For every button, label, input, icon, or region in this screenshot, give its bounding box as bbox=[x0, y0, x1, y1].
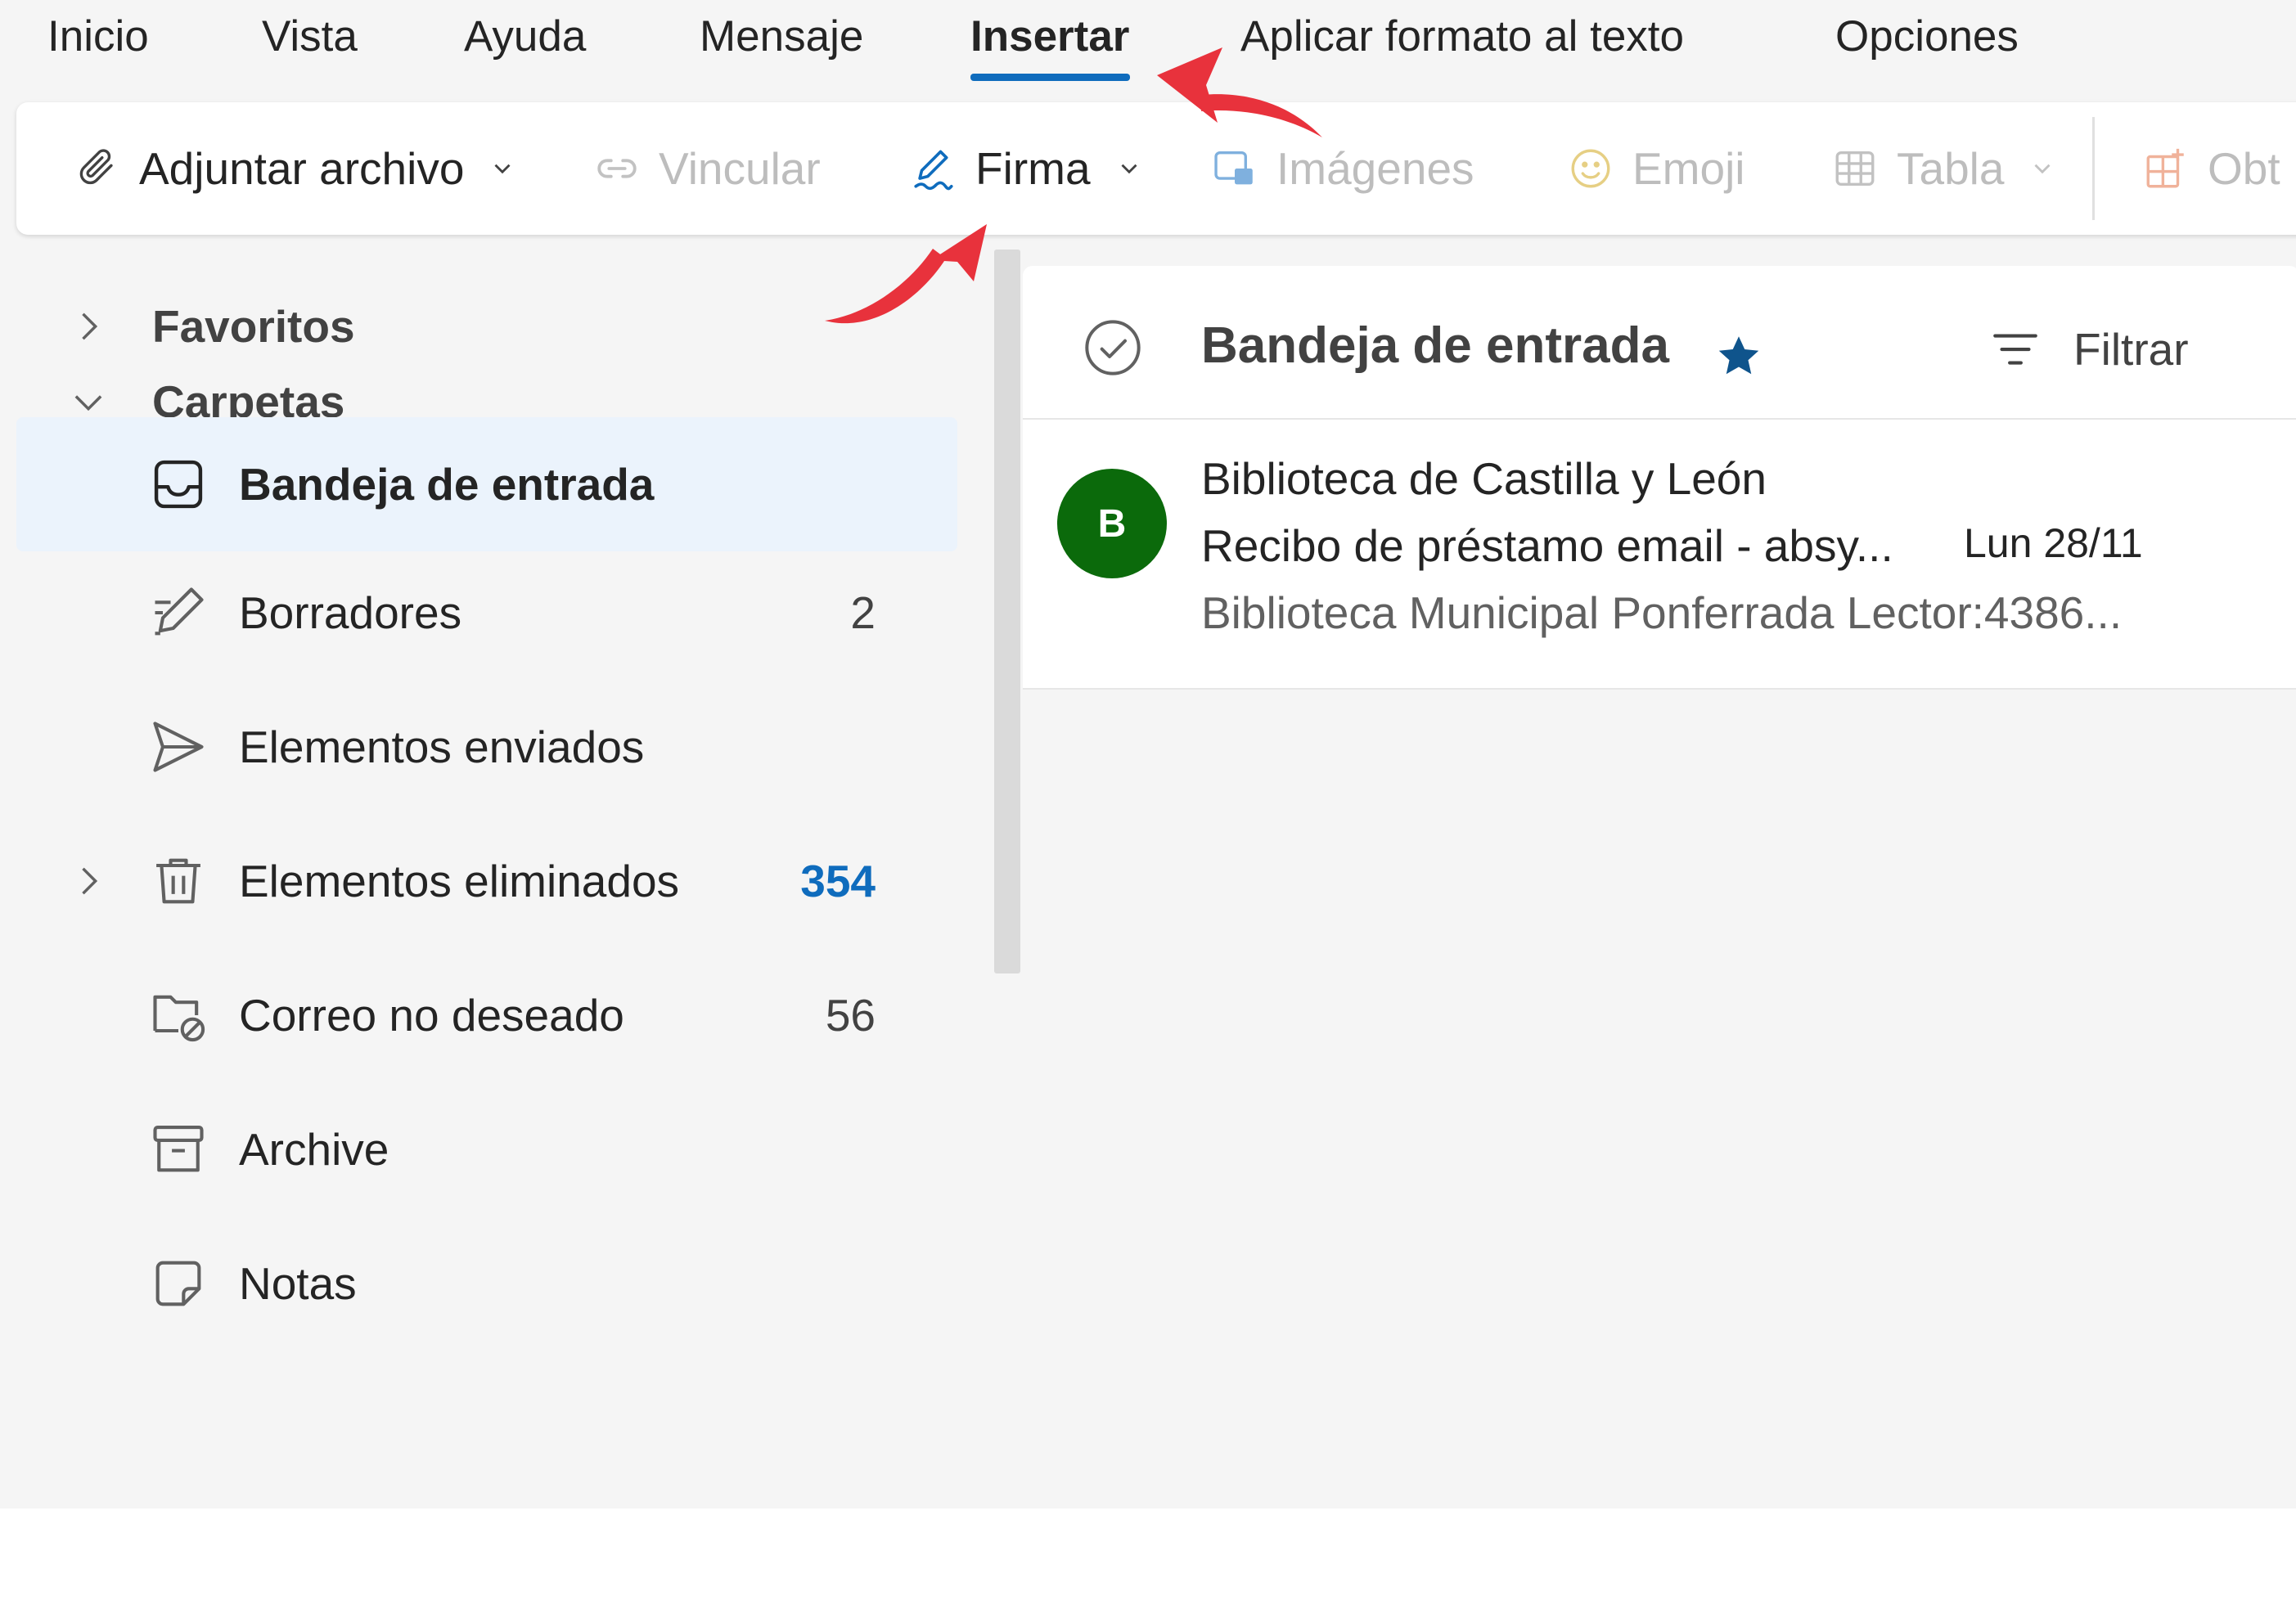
tab-opciones[interactable]: Opciones bbox=[1835, 8, 2019, 65]
filter-lines-icon bbox=[1988, 322, 2042, 376]
message-sender: Biblioteca de Castilla y León bbox=[1201, 453, 1767, 504]
apps-addin-icon bbox=[2142, 145, 2190, 192]
message-list: Bandeja de entrada Filtrar B Biblioteca … bbox=[1023, 266, 2296, 1508]
sidebar-item-label: Elementos enviados bbox=[239, 722, 645, 772]
table-button[interactable]: Tabla bbox=[1831, 133, 2056, 204]
paperclip-icon bbox=[74, 145, 121, 192]
table-label: Tabla bbox=[1897, 143, 2005, 194]
sidebar-item-label: Elementos eliminados bbox=[239, 856, 680, 906]
junk-folder-icon bbox=[147, 984, 209, 1046]
tab-ayuda[interactable]: Ayuda bbox=[464, 8, 586, 65]
unread-count: 56 bbox=[825, 990, 876, 1041]
note-icon bbox=[147, 1252, 209, 1315]
signature-button[interactable]: Firma bbox=[910, 133, 1143, 204]
tab-insertar[interactable]: Insertar bbox=[970, 8, 1129, 65]
ribbon-tabs: Inicio Vista Ayuda Mensaje Insertar Apli… bbox=[0, 0, 2296, 90]
insert-ribbon-toolbar: Adjuntar archivo Vincular Firma Imágenes… bbox=[16, 102, 2296, 235]
active-tab-indicator bbox=[970, 74, 1130, 81]
get-addins-button[interactable]: Obt bbox=[2142, 133, 2280, 204]
ribbon-divider bbox=[2092, 117, 2095, 220]
inbox-icon bbox=[147, 453, 209, 515]
unread-count: 354 bbox=[800, 856, 876, 906]
emoji-label: Emoji bbox=[1632, 143, 1745, 194]
avatar: B bbox=[1057, 469, 1167, 578]
sidebar-item-archive[interactable]: Archive bbox=[16, 1088, 957, 1211]
message-subject: Recibo de préstamo email - absy... bbox=[1201, 520, 1893, 571]
message-preview: Biblioteca Municipal Ponferrada Lector:4… bbox=[1201, 587, 2123, 638]
sidebar-item-inbox[interactable]: Bandeja de entrada bbox=[16, 417, 957, 551]
images-label: Imágenes bbox=[1276, 143, 1474, 194]
message-list-title: Bandeja de entrada bbox=[1201, 317, 1669, 374]
chevron-down-icon[interactable] bbox=[2028, 155, 2056, 182]
tab-vista[interactable]: Vista bbox=[262, 8, 358, 65]
favorite-star-icon[interactable] bbox=[1714, 331, 1763, 380]
outlook-window: Inicio Vista Ayuda Mensaje Insertar Apli… bbox=[0, 0, 2296, 1508]
sidebar-item-drafts[interactable]: Borradores 2 bbox=[16, 551, 957, 674]
attach-file-button[interactable]: Adjuntar archivo bbox=[74, 133, 516, 204]
tab-aplicar-formato[interactable]: Aplicar formato al texto bbox=[1240, 8, 1684, 65]
sidebar-item-sent[interactable]: Elementos enviados bbox=[16, 686, 957, 808]
link-label: Vincular bbox=[659, 143, 821, 194]
sidebar-item-junk[interactable]: Correo no deseado 56 bbox=[16, 954, 957, 1077]
sidebar-item-label: Archive bbox=[239, 1124, 389, 1175]
unread-count: 2 bbox=[850, 587, 876, 638]
filter-label: Filtrar bbox=[2073, 324, 2189, 375]
attach-file-label: Adjuntar archivo bbox=[139, 143, 465, 194]
emoji-icon bbox=[1567, 145, 1614, 192]
table-grid-icon bbox=[1831, 145, 1879, 192]
send-icon bbox=[147, 716, 209, 778]
sidebar-item-label: Notas bbox=[239, 1258, 357, 1309]
signature-label: Firma bbox=[975, 143, 1091, 194]
chevron-down-icon[interactable] bbox=[1115, 155, 1143, 182]
tab-inicio[interactable]: Inicio bbox=[47, 8, 149, 65]
tab-mensaje[interactable]: Mensaje bbox=[700, 8, 863, 65]
chevron-down-icon[interactable] bbox=[488, 155, 516, 182]
sidebar-item-label: Correo no deseado bbox=[239, 990, 624, 1041]
link-button[interactable]: Vincular bbox=[593, 133, 821, 204]
draft-pencil-icon bbox=[147, 582, 209, 644]
trash-icon bbox=[147, 850, 209, 912]
sidebar-item-label: Bandeja de entrada bbox=[239, 459, 655, 510]
archive-icon bbox=[147, 1118, 209, 1180]
filter-button[interactable]: Filtrar bbox=[1988, 317, 2189, 382]
images-button[interactable]: Imágenes bbox=[1211, 133, 1474, 204]
get-addins-label: Obt bbox=[2208, 143, 2280, 194]
signature-pen-icon bbox=[910, 145, 957, 192]
link-icon bbox=[593, 145, 641, 192]
chevron-right-icon[interactable] bbox=[67, 860, 110, 902]
message-list-header: Bandeja de entrada Filtrar bbox=[1023, 266, 2296, 420]
sidebar-item-label: Borradores bbox=[239, 587, 462, 638]
folder-pane: Favoritos Carpetas Bandeja de entrada Bo… bbox=[0, 237, 974, 1508]
sidebar-item-notes[interactable]: Notas bbox=[16, 1222, 957, 1345]
message-list-item[interactable]: B Biblioteca de Castilla y León Recibo d… bbox=[1023, 420, 2296, 690]
message-date: Lun 28/11 bbox=[1964, 520, 2143, 566]
folder-pane-scrollbar[interactable] bbox=[994, 250, 1020, 973]
image-icon bbox=[1211, 145, 1258, 192]
select-all-checkmark-icon[interactable] bbox=[1080, 315, 1146, 380]
emoji-button[interactable]: Emoji bbox=[1567, 133, 1745, 204]
sidebar-item-deleted[interactable]: Elementos eliminados 354 bbox=[16, 820, 957, 942]
